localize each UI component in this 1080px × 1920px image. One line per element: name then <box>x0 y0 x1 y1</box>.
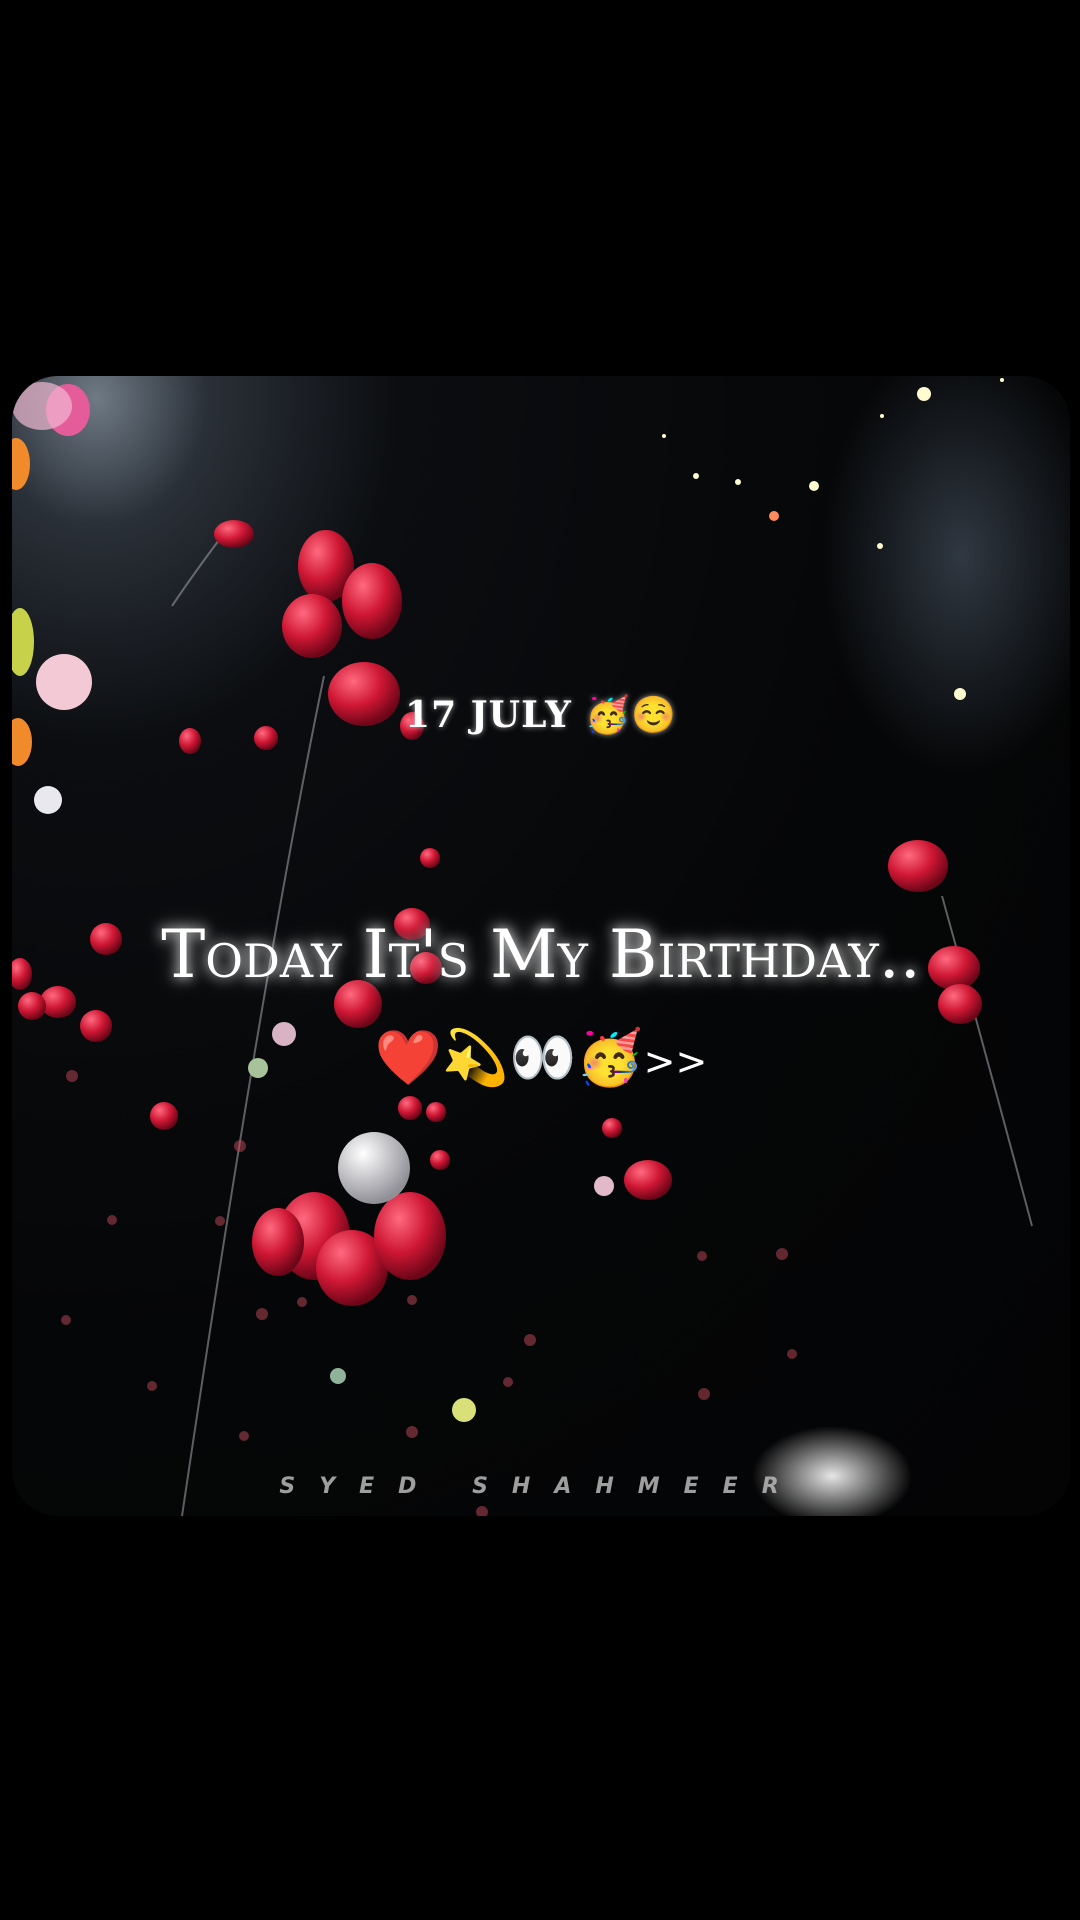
emoji-sequence: ❤️💫👀🥳 <box>374 1026 644 1089</box>
birthday-headline: Today It's My Birthday.. <box>161 916 921 993</box>
creator-watermark: SYED SHAHMEER <box>279 1474 803 1499</box>
double-arrow-text: >> <box>643 1039 708 1084</box>
emoji-caption: ❤️💫👀🥳>> <box>12 1026 1070 1090</box>
video-frame[interactable]: 17 JULY 🥳☺️ Today It's My Birthday.. ❤️💫… <box>12 376 1070 1516</box>
date-caption: 17 JULY 🥳☺️ <box>405 694 677 736</box>
